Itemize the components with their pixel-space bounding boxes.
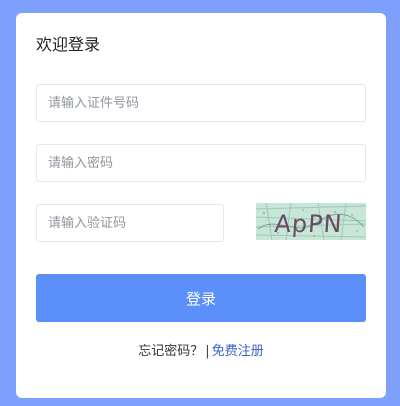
- password-input[interactable]: [36, 144, 366, 182]
- register-link[interactable]: 免费注册: [212, 344, 264, 359]
- login-button[interactable]: 登录: [36, 274, 366, 322]
- captcha-text: ApPN: [274, 210, 344, 238]
- captcha-image[interactable]: ApPN: [256, 203, 366, 240]
- footer-links: 忘记密码？ | 免费注册: [16, 343, 386, 361]
- id-number-input[interactable]: [36, 84, 366, 122]
- forgot-password-link[interactable]: 忘记密码？: [138, 344, 203, 359]
- login-card: 欢迎登录 ApPN: [16, 13, 386, 398]
- link-separator: |: [205, 344, 210, 359]
- login-title: 欢迎登录: [36, 35, 101, 54]
- captcha-input[interactable]: [36, 204, 224, 242]
